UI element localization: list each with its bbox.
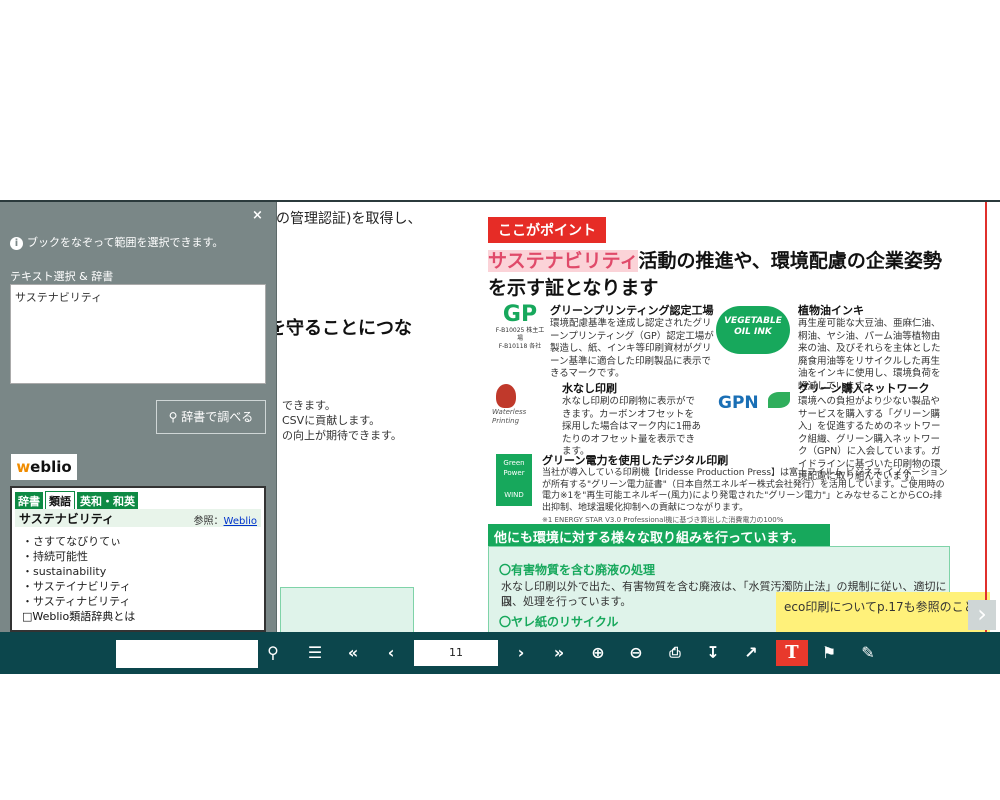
info-text: ブックをなぞって範囲を選択できます。: [27, 236, 224, 249]
weblio-title: サステナビリティ: [19, 512, 115, 526]
list-icon[interactable]: ☰: [302, 640, 328, 666]
selection-label: テキスト選択 & 辞書: [10, 270, 114, 283]
pen-icon[interactable]: ✎: [855, 640, 881, 666]
text-icon[interactable]: T: [776, 640, 808, 666]
green-power-text: Green Power: [503, 459, 525, 477]
list-item: ・サステイナビリティ: [22, 580, 131, 593]
weblio-ref: 参照：Weblio: [194, 512, 257, 527]
leaf-icon: [767, 392, 790, 408]
list-item: ・サスティナビリティ: [22, 595, 131, 608]
cert-title: グリーン電力を使用したデジタル印刷: [542, 454, 729, 467]
gpn-logo-text: GPN: [718, 393, 759, 413]
cert-body: 当社が導入している印刷機【Iridesse Production Press】は…: [542, 468, 948, 513]
point-label: ここがポイント: [488, 217, 606, 243]
download-icon[interactable]: ↧: [700, 640, 726, 666]
list-item: ・持続可能性: [22, 550, 88, 563]
headline: サステナビリティ活動の推進や、環境配慮の企業姿勢を示す証となります: [488, 248, 958, 302]
cert-waterless: 水なし印刷 水なし印刷の印刷物に表示ができます。カーボンオフセットを採用した場合…: [562, 380, 702, 459]
cert-title: グリーンプリンティング認定工場: [550, 304, 714, 317]
waterless-logo: Waterless Printing: [492, 382, 548, 438]
weblio-link[interactable]: Weblio: [224, 516, 257, 527]
dictionary-search-button[interactable]: ⚲ 辞書で調べる: [156, 400, 266, 434]
green-box: [280, 587, 414, 632]
print-icon[interactable]: ⎙: [662, 640, 688, 666]
page-edge-line: [985, 202, 987, 632]
prev-page-icon[interactable]: ‹: [378, 640, 404, 666]
cert-body: 水なし印刷の印刷物に表示ができます。カーボンオフセットを採用した場合はマーク内に…: [562, 396, 702, 457]
weblio-logo[interactable]: weblio: [11, 454, 77, 480]
search-input[interactable]: [116, 640, 258, 668]
page-text-line: CSVに貢献します。: [282, 414, 381, 427]
share-icon[interactable]: ↗: [738, 640, 764, 666]
gp-logo: GP F-B10025 株主工場 F-B10118 各社: [494, 302, 546, 368]
zoom-in-icon[interactable]: ⊕: [585, 640, 611, 666]
bottom-toolbar: ⚲ ☰ « ‹ 11 › » ⊕ ⊖ ⎙ ↧ ↗ T ⚑ ✎: [0, 632, 1000, 674]
highlighted-word: サステナビリティ: [488, 250, 639, 272]
page-text-line: できます。: [282, 399, 336, 412]
list-item: ・さすてなびりてぃ: [22, 535, 122, 548]
weblio-about-link[interactable]: □Weblio類語辞典とは: [22, 609, 135, 624]
sub-title: 〇ヤレ紙のリサイクル: [499, 615, 619, 629]
page-text-line: の向上が期待できます。: [282, 429, 402, 442]
page-text-line: の管理認証)を取得し、: [276, 211, 422, 227]
tab-thesaurus[interactable]: 類語: [45, 491, 75, 511]
book-viewer: の管理認証)を取得し、 を守ることにつな できます。 CSVに貢献します。 の向…: [0, 200, 1000, 674]
info-row: i ブックをなぞって範囲を選択できます。: [10, 234, 223, 250]
first-page-icon[interactable]: «: [340, 640, 366, 666]
weblio-title-row: サステナビリティ 参照：Weblio: [15, 509, 261, 527]
bookmark-icon[interactable]: ⚑: [816, 640, 842, 666]
vegetable-oil-logo: VEGETABLE OIL INK: [716, 306, 790, 354]
sub-title: 〇有害物質を含む廃液の処理: [499, 563, 656, 577]
gp-logo-text: GP: [502, 302, 538, 327]
page-number-input[interactable]: 11: [414, 640, 498, 666]
tab-dictionary[interactable]: 辞書: [15, 492, 43, 510]
green-power-logo: Green Power WIND: [496, 454, 532, 506]
page-heading: を守ることにつな: [268, 318, 412, 339]
info-icon: i: [10, 236, 23, 250]
gp-logo-sub2: F-B10118 各社: [498, 343, 542, 350]
tab-english[interactable]: 英和・和英: [77, 492, 138, 510]
wind-text: WIND: [504, 491, 524, 499]
butterfly-icon: [496, 384, 516, 408]
waterless-logo-text: Waterless Printing: [492, 408, 527, 425]
ref-label: 参照：: [193, 516, 224, 527]
gpn-logo: GPN: [718, 392, 792, 426]
cert-green-power: グリーン電力を使用したデジタル印刷 当社が導入している印刷機【Iridesse …: [542, 452, 948, 527]
selection-textarea[interactable]: サステナビリティ: [10, 284, 266, 384]
sticky-note[interactable]: eco印刷についてp.17も参照のこと: [776, 592, 990, 632]
sub-body: 収、処理を行っています。: [501, 595, 632, 608]
list-item: ・sustainability: [22, 565, 107, 578]
next-page-icon[interactable]: ›: [508, 640, 534, 666]
cert-title: 水なし印刷: [562, 382, 617, 395]
next-page-arrow[interactable]: ›: [968, 600, 996, 630]
gp-logo-sub: F-B10025 株主工場: [495, 327, 545, 342]
cert-title: グリーン購入ネットワーク: [798, 382, 930, 395]
cert-gp: グリーンプリンティング認定工場 環境配慮基準を達成し認定されたグリーンプリンティ…: [550, 302, 720, 381]
weblio-result-box: 辞書 類語 英和・和英 サステナビリティ 参照：Weblio ・さすてなびりてぃ ・…: [10, 486, 266, 632]
last-page-icon[interactable]: »: [546, 640, 572, 666]
weblio-logo-rest: eblio: [30, 458, 72, 476]
cert-body: 環境配慮基準を達成し認定されたグリーンプリンティング（GP）認定工場が製造し、紙…: [550, 318, 714, 379]
zoom-out-icon[interactable]: ⊖: [623, 640, 649, 666]
weblio-synonym-list: ・さすてなびりてぃ ・持続可能性 ・sustainability ・サステイナビ…: [22, 534, 135, 624]
cert-title: 植物油インキ: [798, 304, 864, 317]
search-icon: ⚲: [168, 410, 178, 424]
text-selection-panel: × i ブックをなぞって範囲を選択できます。 テキスト選択 & 辞書 サステナビリ…: [0, 202, 277, 632]
weblio-logo-w: w: [16, 458, 31, 476]
close-icon[interactable]: ×: [252, 208, 263, 223]
weblio-tabs: 辞書 類語 英和・和英: [15, 491, 140, 511]
search-icon[interactable]: ⚲: [260, 640, 286, 666]
dictionary-button-label: 辞書で調べる: [181, 410, 254, 424]
